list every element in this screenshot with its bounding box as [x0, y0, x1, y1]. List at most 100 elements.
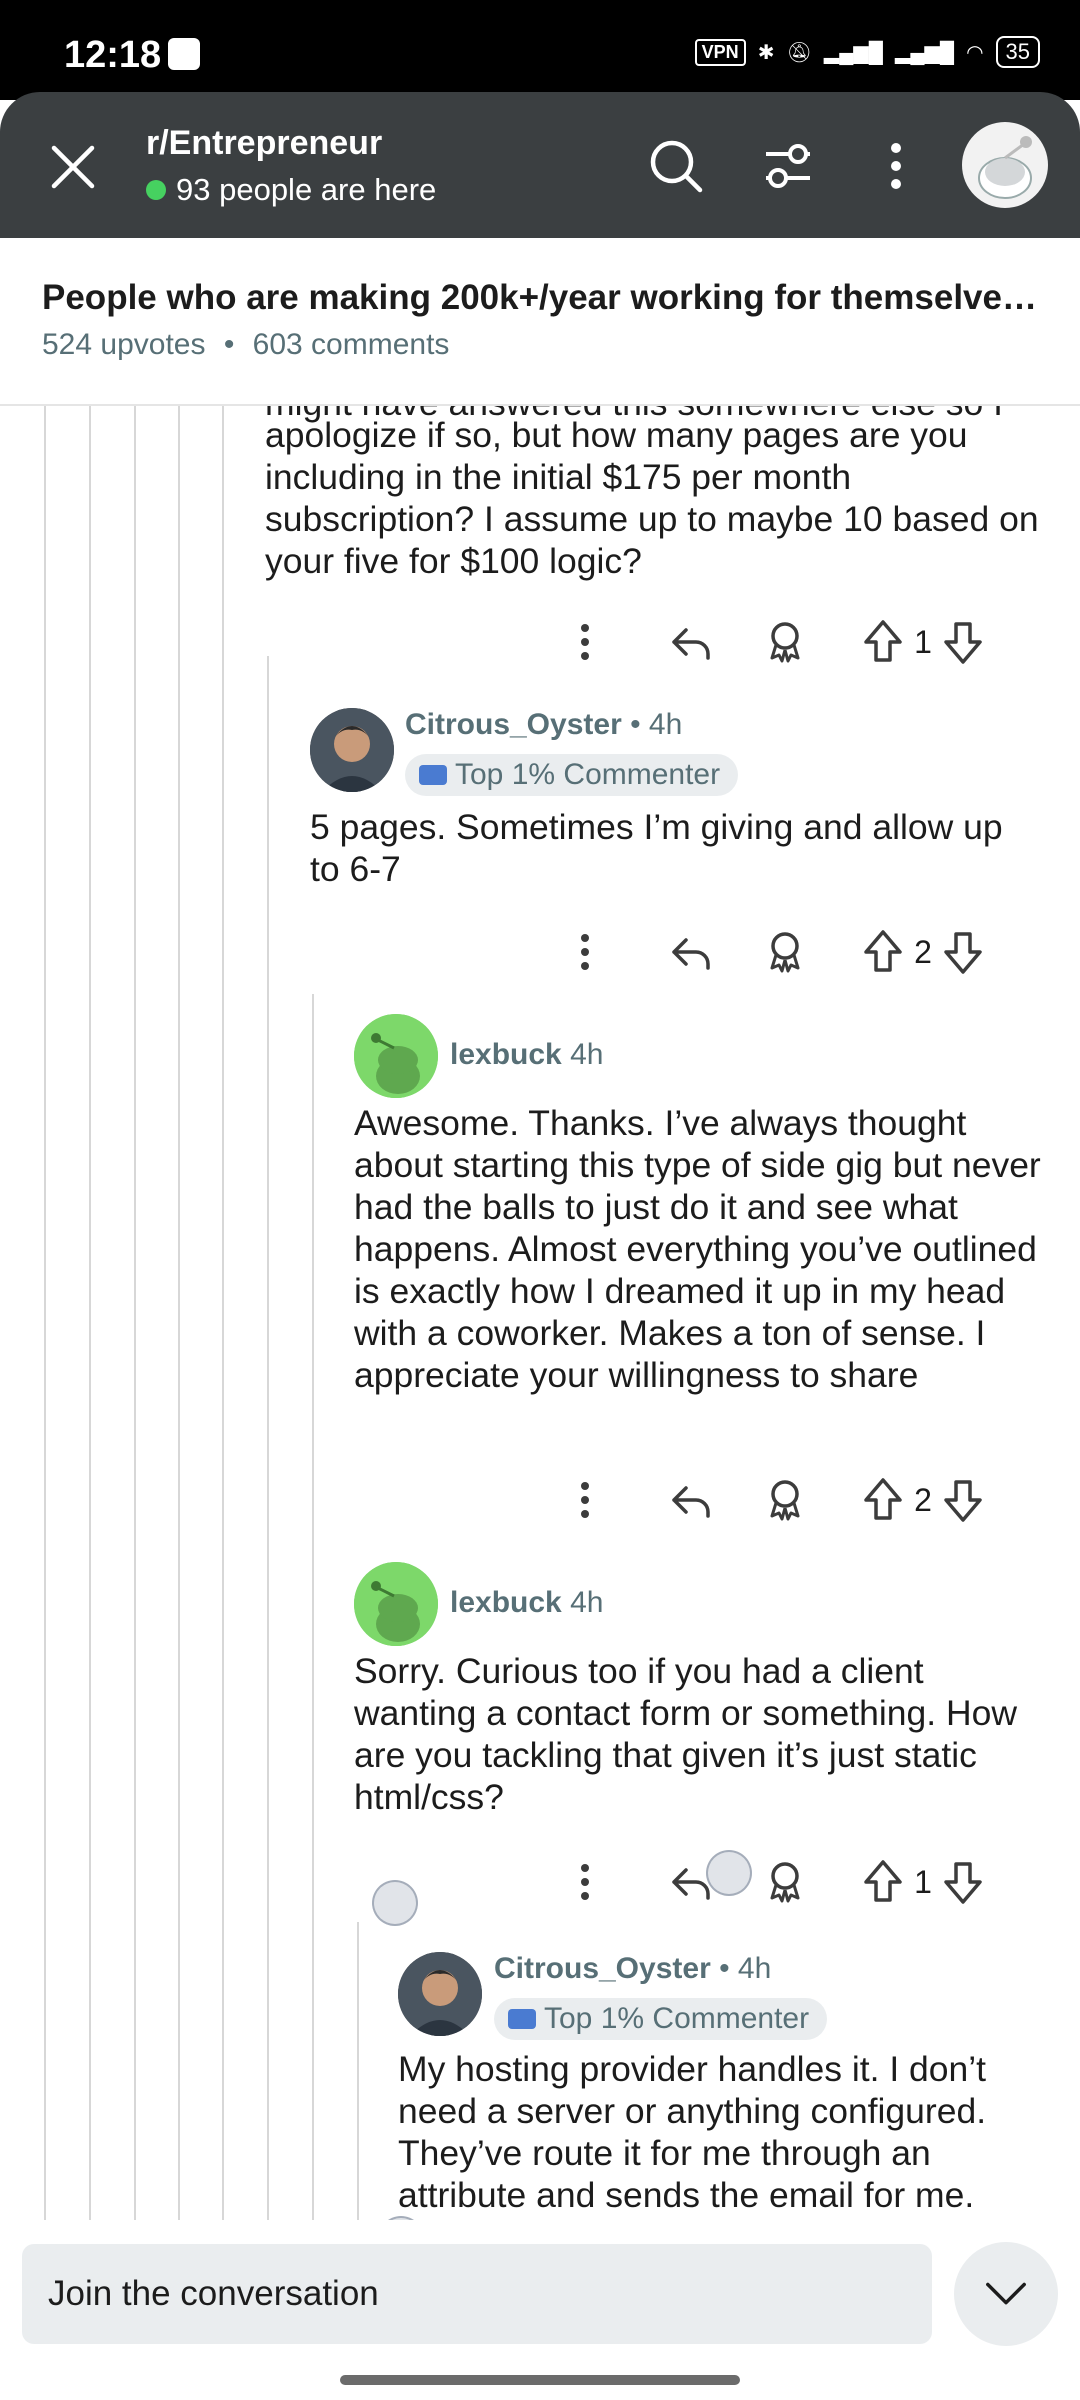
downvote-icon[interactable] — [940, 1470, 986, 1530]
post-title[interactable]: People who are making 200k+/year working… — [42, 278, 1052, 318]
app-bar: r/Entrepreneur 93 people are here — [0, 92, 1080, 238]
home-indicator[interactable] — [340, 2375, 740, 2385]
upvote-icon[interactable] — [860, 1470, 906, 1530]
post-meta: 524 upvotes • 603 comments — [42, 328, 449, 362]
user-photo-icon — [310, 708, 394, 792]
notification-app-icon — [168, 38, 200, 70]
downvote-icon[interactable] — [940, 922, 986, 982]
thread-line[interactable] — [357, 1922, 359, 2236]
post-header[interactable]: People who are making 200k+/year working… — [0, 238, 1080, 406]
comment-author[interactable]: lexbuck 4h — [450, 1586, 603, 1620]
comment-time: 4h — [561, 1586, 604, 1619]
comment-body: Sorry. Curious too if you had a client w… — [354, 1651, 1017, 1817]
author-name[interactable]: Citrous_Oyster — [405, 708, 622, 741]
reply-icon[interactable] — [666, 922, 716, 982]
downvote-icon[interactable] — [940, 612, 986, 672]
comment-count: 603 comments — [252, 328, 450, 361]
status-icons: VPN ✱ 🔕︎ ▂▄▆█ ▂▄▆█ ◠ 35 — [694, 36, 1040, 68]
bottom-bar: Join the conversation — [0, 2220, 1080, 2400]
vote-count: 2 — [914, 933, 932, 970]
reply-icon[interactable] — [666, 612, 716, 672]
upvote-icon[interactable] — [860, 1852, 906, 1912]
chevron-down-icon — [986, 2282, 1026, 2305]
comment-more-icon[interactable] — [560, 1852, 610, 1912]
mute-icon: 🔕︎ — [786, 41, 812, 64]
upvote-count: 524 upvotes — [42, 328, 206, 361]
signal-icon: ▂▄▆█ — [823, 41, 883, 64]
snoo-avatar-icon — [978, 136, 1032, 199]
close-icon[interactable] — [46, 140, 100, 194]
vpn-icon: VPN — [694, 38, 746, 66]
search-icon[interactable] — [646, 136, 706, 196]
online-label: 93 people are here — [176, 172, 437, 207]
comment-time: 4h — [561, 1038, 604, 1071]
join-conversation-input[interactable]: Join the conversation — [22, 2244, 932, 2344]
reply-icon[interactable] — [666, 1470, 716, 1530]
online-count: 93 people are here — [146, 172, 436, 208]
user-avatar[interactable] — [962, 122, 1048, 208]
flair-label: Top 1% Commenter — [455, 758, 721, 791]
thread-line[interactable] — [267, 656, 269, 2236]
award-icon[interactable] — [760, 1852, 810, 1912]
comment-author[interactable]: Citrous_Oyster • 4h — [405, 708, 682, 742]
snoo-avatar-icon — [354, 1014, 438, 1098]
thread-line[interactable] — [178, 406, 180, 2236]
avatar[interactable] — [398, 1952, 482, 2036]
avatar[interactable] — [354, 1014, 438, 1098]
thread-line[interactable] — [312, 994, 314, 2236]
collapse-button[interactable] — [954, 2242, 1058, 2346]
author-name[interactable]: lexbuck — [450, 1586, 562, 1619]
status-bar: 12:18 VPN ✱ 🔕︎ ▂▄▆█ ▂▄▆█ ◠ 35 — [0, 0, 1080, 100]
upvote-icon[interactable] — [860, 612, 906, 672]
comment-thread[interactable]: might have answered this somewhere else … — [0, 406, 1080, 2236]
award-icon[interactable] — [760, 1470, 810, 1530]
comment-actions: 1 — [560, 612, 1020, 672]
comment-actions: 1 — [560, 1852, 1020, 1912]
touch-indicator — [372, 1880, 418, 1926]
upvote-icon[interactable] — [860, 922, 906, 982]
award-icon[interactable] — [760, 922, 810, 982]
user-photo-icon — [398, 1952, 482, 2036]
bluetooth-icon: ✱ — [757, 41, 775, 64]
flair-badge-icon — [508, 2009, 536, 2029]
vote-count: 1 — [914, 623, 932, 660]
downvote-icon[interactable] — [940, 1852, 986, 1912]
flair-badge-icon — [419, 765, 447, 785]
comment-actions: 2 — [560, 922, 1020, 982]
sort-filter-icon[interactable] — [758, 136, 818, 196]
user-flair: Top 1% Commenter — [405, 754, 739, 796]
avatar[interactable] — [310, 708, 394, 792]
author-name[interactable]: Citrous_Oyster — [494, 1952, 711, 1985]
comment-more-icon[interactable] — [560, 922, 610, 982]
vote-count: 2 — [914, 1481, 932, 1518]
comment-actions: 2 — [560, 1470, 1020, 1530]
vote-count: 1 — [914, 1863, 932, 1900]
touch-indicator — [706, 1850, 752, 1896]
more-options-icon[interactable] — [866, 136, 926, 196]
author-name[interactable]: lexbuck — [450, 1038, 562, 1071]
user-flair: Top 1% Commenter — [494, 1998, 828, 2040]
comment-body: 5 pages. Sometimes I’m giving and allow … — [310, 807, 1003, 889]
comment-time: • 4h — [710, 1952, 772, 1985]
battery-icon: 35 — [995, 36, 1040, 68]
avatar[interactable] — [354, 1562, 438, 1646]
comment-body: apologize if so, but how many pages are … — [265, 415, 1039, 581]
thread-line[interactable] — [89, 406, 91, 2236]
comment-time: • 4h — [621, 708, 683, 741]
status-time: 12:18 — [64, 34, 162, 76]
signal-icon-2: ▂▄▆█ — [894, 41, 955, 64]
comment-body: Awesome. Thanks. I’ve always thought abo… — [354, 1103, 1041, 1395]
thread-line[interactable] — [222, 406, 224, 2236]
thread-line[interactable] — [134, 406, 136, 2236]
meta-separator: • — [223, 328, 235, 361]
comment-author[interactable]: lexbuck 4h — [450, 1038, 603, 1072]
thread-line[interactable] — [44, 406, 46, 2236]
award-icon[interactable] — [760, 612, 810, 672]
online-dot-icon — [146, 180, 166, 200]
comment-author[interactable]: Citrous_Oyster • 4h — [494, 1952, 771, 1986]
flair-label: Top 1% Commenter — [544, 2002, 810, 2035]
wifi-icon: ◠ — [966, 41, 984, 64]
comment-more-icon[interactable] — [560, 1470, 610, 1530]
subreddit-name[interactable]: r/Entrepreneur — [146, 124, 382, 163]
comment-more-icon[interactable] — [560, 612, 610, 672]
